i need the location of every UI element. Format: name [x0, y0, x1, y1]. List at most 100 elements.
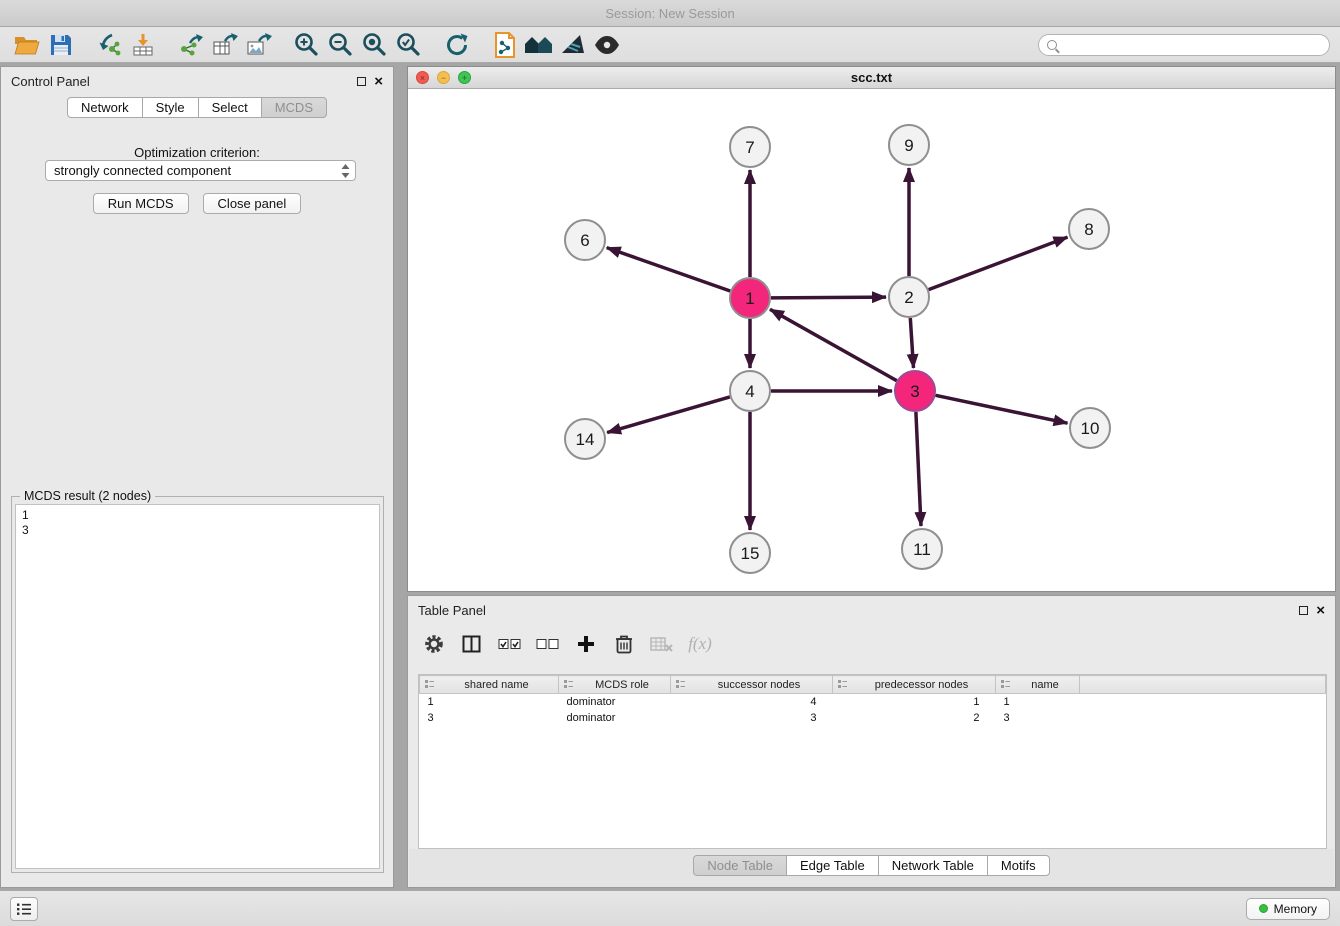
close-panel-icon[interactable]: × — [374, 74, 383, 89]
tab-mcds[interactable]: MCDS — [261, 97, 327, 118]
graph-edge-2-3[interactable] — [910, 318, 913, 368]
float-panel-icon[interactable] — [357, 77, 366, 86]
network-canvas[interactable]: 7 9 6 8 1 2 4 3 14 10 15 11 — [408, 89, 1335, 591]
mcds-result-list[interactable]: 13 — [15, 504, 380, 869]
result-item[interactable]: 3 — [22, 523, 373, 538]
add-column-button[interactable] — [570, 629, 602, 659]
export-network-button[interactable] — [174, 30, 208, 60]
home-button[interactable] — [522, 30, 556, 60]
graph-edge-3-1[interactable] — [770, 309, 897, 380]
table-cell[interactable]: 4 — [671, 694, 833, 710]
zoom-out-button[interactable] — [324, 30, 358, 60]
network-file-button[interactable] — [488, 30, 522, 60]
graph-node-3[interactable]: 3 — [895, 371, 935, 411]
table-settings-button[interactable] — [418, 629, 450, 659]
criterion-dropdown[interactable]: strongly connected component — [45, 160, 356, 181]
graph-node-10[interactable]: 10 — [1070, 408, 1110, 448]
table-cell[interactable]: 1 — [833, 694, 996, 710]
tab-network[interactable]: Network — [67, 97, 143, 118]
float-table-panel-icon[interactable] — [1299, 606, 1308, 615]
zoom-out-icon — [328, 32, 354, 58]
search-input[interactable] — [1063, 38, 1321, 52]
show-panels-button[interactable] — [10, 897, 38, 921]
tab-style[interactable]: Style — [142, 97, 199, 118]
style-button[interactable] — [556, 30, 590, 60]
show-columns-button[interactable] — [456, 629, 488, 659]
tab-motifs[interactable]: Motifs — [987, 855, 1050, 876]
search-box[interactable] — [1038, 34, 1330, 56]
graph-node-2[interactable]: 2 — [889, 277, 929, 317]
delete-column-button[interactable] — [646, 629, 678, 659]
export-table-icon — [212, 33, 238, 57]
graph-node-1[interactable]: 1 — [730, 278, 770, 318]
import-table-button[interactable] — [126, 30, 160, 60]
run-mcds-button[interactable]: Run MCDS — [93, 193, 189, 214]
column-header-successor-nodes[interactable]: successor nodes — [671, 676, 833, 694]
open-session-button[interactable] — [10, 30, 44, 60]
home-icon — [524, 33, 554, 57]
graph-edge-3-10[interactable] — [936, 395, 1068, 423]
optimization-criterion-label: Optimization criterion: — [1, 145, 393, 160]
column-header-name[interactable]: name — [996, 676, 1080, 694]
function-builder-button[interactable]: f(x) — [684, 629, 716, 659]
table-cell[interactable]: 3 — [996, 710, 1080, 726]
table-cell[interactable]: 1 — [996, 694, 1080, 710]
save-session-button[interactable] — [44, 30, 78, 60]
graph-edge-1-6[interactable] — [607, 248, 731, 291]
tab-select[interactable]: Select — [198, 97, 262, 118]
column-header-predecessor-nodes[interactable]: predecessor nodes — [833, 676, 996, 694]
graph-node-9[interactable]: 9 — [889, 125, 929, 165]
graph-edge-2-8[interactable] — [929, 237, 1068, 290]
delete-row-button[interactable] — [608, 629, 640, 659]
graph-edge-3-11[interactable] — [916, 412, 921, 526]
criterion-dropdown-value: strongly connected component — [54, 163, 340, 178]
graph-node-7[interactable]: 7 — [730, 127, 770, 167]
table-cell[interactable]: 2 — [833, 710, 996, 726]
close-window-icon[interactable]: × — [416, 71, 429, 84]
eye-button[interactable] — [590, 30, 624, 60]
column-header-shared-name[interactable]: shared name — [420, 676, 559, 694]
graph-node-14[interactable]: 14 — [565, 419, 605, 459]
zoom-in-button[interactable] — [290, 30, 324, 60]
table-cell[interactable]: dominator — [559, 694, 671, 710]
memory-button[interactable]: Memory — [1246, 898, 1330, 920]
graph-edge-4-14[interactable] — [607, 397, 730, 433]
result-item[interactable]: 1 — [22, 508, 373, 523]
graph-node-15[interactable]: 15 — [730, 533, 770, 573]
tab-network-table[interactable]: Network Table — [878, 855, 988, 876]
tab-node-table[interactable]: Node Table — [693, 855, 787, 876]
table-cell[interactable]: 3 — [420, 710, 559, 726]
column-sort-icon — [675, 679, 686, 690]
svg-text:1: 1 — [745, 289, 754, 308]
svg-text:9: 9 — [904, 136, 913, 155]
close-table-panel-icon[interactable]: × — [1316, 603, 1325, 618]
graph-edge-1-2[interactable] — [771, 297, 886, 298]
dropdown-stepper-icon — [340, 163, 351, 179]
table-cell[interactable]: dominator — [559, 710, 671, 726]
zoom-window-icon[interactable]: + — [458, 71, 471, 84]
graph-node-6[interactable]: 6 — [565, 220, 605, 260]
table-cell[interactable]: 3 — [671, 710, 833, 726]
graph-node-4[interactable]: 4 — [730, 371, 770, 411]
unselect-all-button[interactable] — [532, 629, 564, 659]
refresh-button[interactable] — [440, 30, 474, 60]
minimize-window-icon[interactable]: − — [437, 71, 450, 84]
zoom-selected-button[interactable] — [392, 30, 426, 60]
select-all-button[interactable] — [494, 629, 526, 659]
graph-node-11[interactable]: 11 — [902, 529, 942, 569]
gear-icon — [423, 633, 445, 655]
export-table-button[interactable] — [208, 30, 242, 60]
table-row[interactable]: 1dominator411 — [420, 694, 1326, 710]
graph-node-8[interactable]: 8 — [1069, 209, 1109, 249]
node-table[interactable]: shared nameMCDS rolesuccessor nodesprede… — [418, 674, 1327, 849]
zoom-fit-button[interactable] — [358, 30, 392, 60]
table-cell[interactable]: 1 — [420, 694, 559, 710]
close-panel-button[interactable]: Close panel — [203, 193, 302, 214]
column-sort-icon — [424, 679, 435, 690]
column-header-MCDS-role[interactable]: MCDS role — [559, 676, 671, 694]
export-image-button[interactable] — [242, 30, 276, 60]
import-network-button[interactable] — [92, 30, 126, 60]
tab-edge-table[interactable]: Edge Table — [786, 855, 879, 876]
table-row[interactable]: 3dominator323 — [420, 710, 1326, 726]
style-icon — [560, 33, 586, 57]
